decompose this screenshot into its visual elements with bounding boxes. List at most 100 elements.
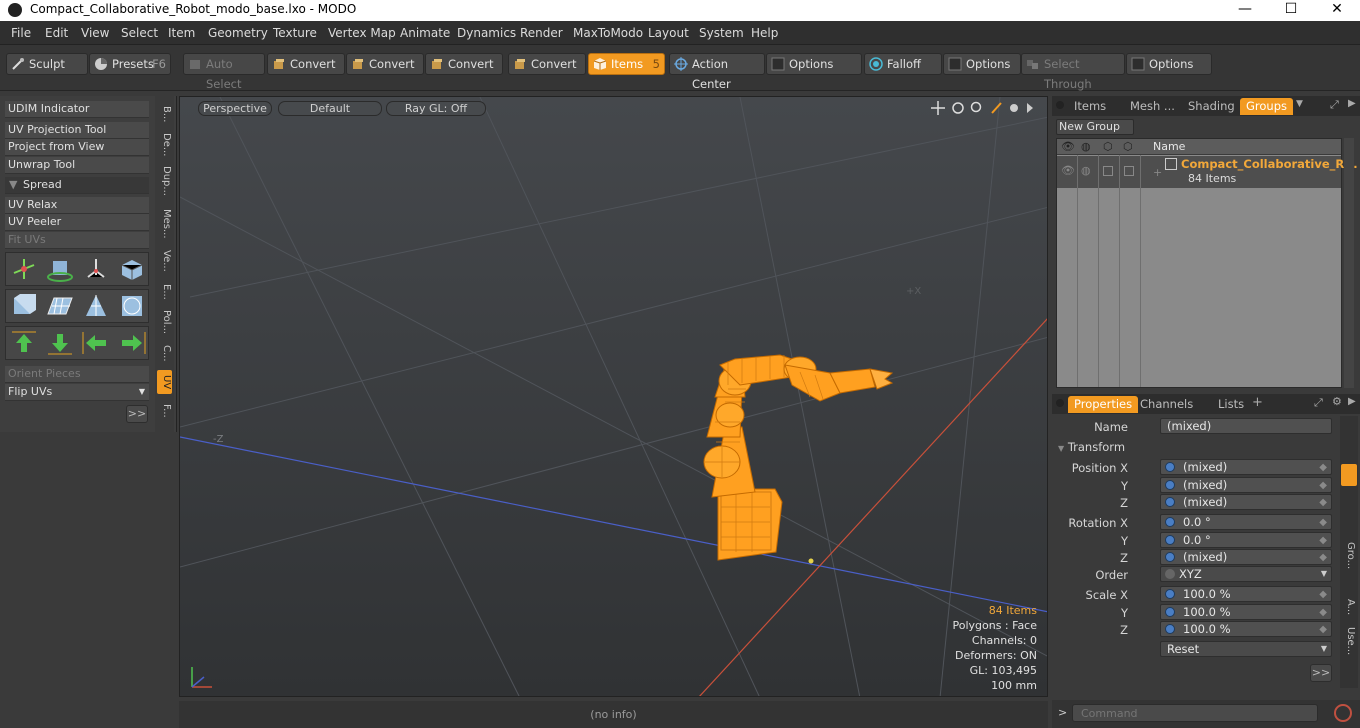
- arrow-up-icon[interactable]: [8, 329, 40, 357]
- uv-sphere-icon[interactable]: [116, 292, 148, 320]
- lock-icon[interactable]: ◍: [1081, 140, 1091, 153]
- convert-edges-button[interactable]: Convert: [346, 53, 424, 75]
- position-x-field[interactable]: (mixed) ◆: [1160, 459, 1332, 475]
- link-icon[interactable]: ◆: [1319, 479, 1327, 493]
- channel-dot-icon[interactable]: [1165, 517, 1175, 527]
- convert-vertices-button[interactable]: Convert: [267, 53, 345, 75]
- expand-panel-button[interactable]: >>: [126, 405, 148, 423]
- perspective-button[interactable]: Perspective: [198, 101, 272, 116]
- spread-section[interactable]: ▼ Spread: [5, 177, 149, 194]
- tab-vertex[interactable]: Ve...: [157, 246, 172, 276]
- scale-y-field[interactable]: 100.0 % ◆: [1160, 604, 1332, 620]
- link-icon[interactable]: ◆: [1319, 534, 1327, 548]
- menu-layout[interactable]: Layout: [648, 26, 689, 40]
- action-center-options-button[interactable]: Options: [766, 53, 862, 75]
- orient-pieces-button[interactable]: Orient Pieces: [5, 366, 149, 383]
- tab-duplicate[interactable]: Dup...: [157, 162, 172, 200]
- gear-icon[interactable]: ⚙: [1332, 395, 1342, 408]
- groups-scrollbar[interactable]: [1344, 138, 1354, 388]
- tab-groups[interactable]: Groups: [1240, 98, 1294, 115]
- menu-file[interactable]: File: [11, 26, 31, 40]
- channel-dot-icon[interactable]: [1165, 607, 1175, 617]
- side-tab-assembly[interactable]: A...: [1341, 594, 1356, 620]
- sculpt-button[interactable]: Sculpt: [6, 53, 88, 75]
- minimize-button[interactable]: —: [1222, 0, 1268, 21]
- maximize-button[interactable]: ☐: [1268, 0, 1314, 21]
- record-icon[interactable]: [1334, 704, 1352, 722]
- link-icon[interactable]: ◆: [1319, 623, 1327, 637]
- channel-dot-icon[interactable]: [1165, 552, 1175, 562]
- uv-projection-tool-button[interactable]: UV Projection Tool: [5, 122, 149, 139]
- tab-fusion[interactable]: F...: [157, 397, 172, 425]
- arrow-right-icon[interactable]: [116, 329, 148, 357]
- tab-edge[interactable]: E...: [157, 279, 172, 305]
- gear-icon[interactable]: [1010, 104, 1018, 112]
- rotation-x-field[interactable]: 0.0 ° ◆: [1160, 514, 1332, 530]
- presets-button[interactable]: Presets F6: [89, 53, 171, 75]
- expand-icon[interactable]: ⤢: [1330, 98, 1339, 112]
- menu-view[interactable]: View: [81, 26, 109, 40]
- tab-mesh[interactable]: Mesh ...: [1124, 98, 1181, 115]
- menu-geometry[interactable]: Geometry: [208, 26, 268, 40]
- channel-dot-icon[interactable]: [1165, 624, 1175, 634]
- uv-pyramid-icon[interactable]: [80, 292, 112, 320]
- channel-dot-icon[interactable]: [1165, 535, 1175, 545]
- command-input[interactable]: [1072, 704, 1318, 722]
- uv-move-icon[interactable]: [80, 255, 112, 283]
- scale-z-field[interactable]: 100.0 % ◆: [1160, 621, 1332, 637]
- position-y-field[interactable]: (mixed) ◆: [1160, 477, 1332, 493]
- tab-channels[interactable]: Channels: [1134, 396, 1199, 413]
- side-tab-active[interactable]: [1341, 464, 1357, 486]
- udim-indicator-button[interactable]: UDIM Indicator: [5, 101, 149, 118]
- add-tab-icon[interactable]: +: [1252, 395, 1263, 410]
- uv-box-icon[interactable]: [116, 255, 148, 283]
- tab-uv[interactable]: UV: [157, 370, 172, 394]
- falloff-button[interactable]: Falloff: [864, 53, 942, 75]
- channel-dot-icon[interactable]: [1165, 480, 1175, 490]
- select-through-button[interactable]: Select Through: [1021, 53, 1125, 91]
- order-dropdown[interactable]: XYZ ▼: [1160, 566, 1332, 582]
- play-icon[interactable]: ▶: [1348, 98, 1356, 109]
- menu-maxtomodo[interactable]: MaxToModo: [573, 26, 643, 40]
- arrow-left-icon[interactable]: [80, 329, 112, 357]
- close-button[interactable]: ✕: [1314, 0, 1360, 21]
- items-mode-button[interactable]: Items 5: [588, 53, 665, 75]
- group-row[interactable]: 👁 ◍ + Compact_Collaborative_R... 84 Item…: [1057, 156, 1358, 188]
- raygl-toggle[interactable]: Ray GL: Off: [386, 101, 486, 116]
- menu-vertex-map[interactable]: Vertex Map: [328, 26, 396, 40]
- tab-polygon[interactable]: Pol...: [157, 307, 172, 337]
- uv-transform-icon[interactable]: [8, 255, 40, 283]
- side-tab-user[interactable]: Use...: [1341, 624, 1356, 658]
- action-center-button[interactable]: Action Center: [669, 53, 765, 91]
- menu-item[interactable]: Item: [168, 26, 195, 40]
- tab-mesh-edit[interactable]: Mes...: [157, 204, 172, 244]
- tab-lists[interactable]: Lists: [1212, 396, 1250, 413]
- expand-icon[interactable]: ⤢: [1314, 396, 1323, 410]
- scale-x-field[interactable]: 100.0 % ◆: [1160, 586, 1332, 602]
- auto-select-button[interactable]: Auto Select: [183, 53, 265, 91]
- tab-deform[interactable]: De...: [157, 130, 172, 160]
- menu-help[interactable]: Help: [751, 26, 778, 40]
- 3d-viewport[interactable]: -Z +X Perspective Default Ray GL: Off 84…: [179, 96, 1048, 697]
- tab-basic[interactable]: B...: [157, 100, 172, 128]
- transform-section[interactable]: ▼ Transform: [1058, 440, 1125, 454]
- reset-dropdown[interactable]: Reset ▼: [1160, 641, 1332, 657]
- uv-cylinder-icon[interactable]: [8, 292, 40, 320]
- link-icon[interactable]: ◆: [1319, 496, 1327, 510]
- project-from-view-button[interactable]: Project from View: [5, 139, 149, 156]
- convert-polygons-button[interactable]: Convert: [425, 53, 503, 75]
- link-icon[interactable]: ◆: [1319, 551, 1327, 565]
- menu-animate[interactable]: Animate: [400, 26, 450, 40]
- menu-texture[interactable]: Texture: [273, 26, 317, 40]
- channel-dot-icon[interactable]: [1165, 497, 1175, 507]
- play-icon[interactable]: ▶: [1348, 396, 1356, 407]
- rotation-y-field[interactable]: 0.0 ° ◆: [1160, 532, 1332, 548]
- link-icon[interactable]: ◆: [1319, 588, 1327, 602]
- shading-style-button[interactable]: Default: [278, 101, 382, 116]
- expand-plus-icon[interactable]: +: [1153, 166, 1162, 179]
- tab-properties[interactable]: Properties: [1068, 396, 1139, 413]
- menu-edit[interactable]: Edit: [45, 26, 68, 40]
- link-icon[interactable]: ◆: [1319, 516, 1327, 530]
- render-icon[interactable]: ⬡: [1123, 140, 1133, 153]
- rotation-z-field[interactable]: (mixed) ◆: [1160, 549, 1332, 565]
